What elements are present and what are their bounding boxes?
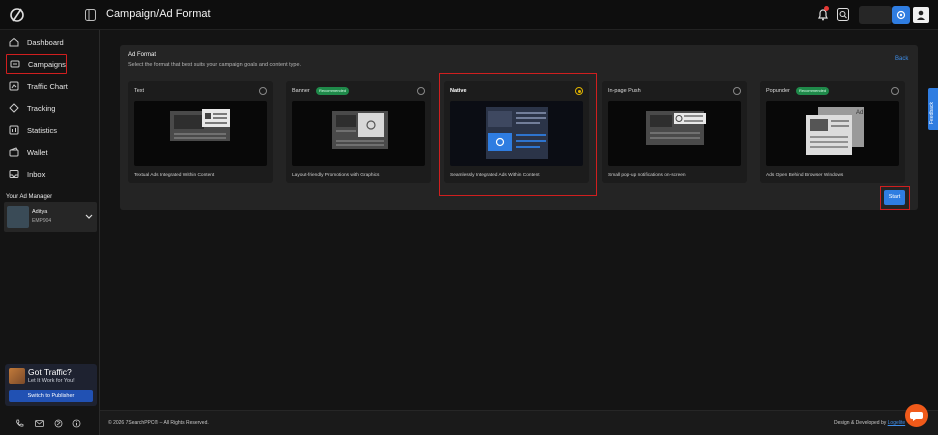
chat-button[interactable] bbox=[905, 404, 928, 427]
ad-manager-title: Your Ad Manager bbox=[6, 194, 53, 200]
ad-manager-card[interactable]: Aditya EMP904 bbox=[4, 202, 97, 232]
recommended-badge: Recommended bbox=[796, 87, 830, 95]
banner-ad-illustration bbox=[332, 111, 388, 149]
feedback-label: Feedback bbox=[929, 102, 935, 124]
notification-dot bbox=[824, 6, 829, 11]
mail-icon[interactable] bbox=[35, 419, 44, 428]
back-link[interactable]: Back bbox=[895, 56, 908, 62]
promo-subtitle: Let It Work for You! bbox=[28, 378, 75, 384]
format-description: Textual Ads Integrated Within Content bbox=[134, 173, 215, 178]
sidebar-item-label: Tracking bbox=[27, 103, 56, 113]
format-preview-text bbox=[134, 101, 267, 166]
format-preview-banner bbox=[292, 101, 425, 166]
panel-subtitle: Select the format that best suits your c… bbox=[128, 62, 302, 68]
popunder-ad-label: Ad bbox=[856, 110, 863, 116]
ad-manager-name: Aditya bbox=[32, 209, 48, 215]
sidebar-item-label: Statistics bbox=[27, 125, 58, 135]
settings-button[interactable] bbox=[892, 6, 910, 24]
skype-icon[interactable] bbox=[54, 419, 63, 428]
format-radio[interactable] bbox=[891, 87, 899, 95]
sidebar-item-label: Wallet bbox=[27, 147, 48, 157]
account-balance-pill[interactable] bbox=[859, 6, 892, 24]
sidebar-item-label: Traffic Chart bbox=[27, 81, 68, 91]
feedback-tab[interactable]: Feedback bbox=[928, 88, 938, 130]
sidebar-item-inbox[interactable]: Inbox bbox=[6, 164, 94, 184]
sidebar-item-tracking[interactable]: Tracking bbox=[6, 98, 94, 118]
in-page-push-illustration bbox=[646, 111, 706, 145]
format-description: Ads Open Behind Browser Windows bbox=[766, 173, 844, 178]
format-preview-in-page-push bbox=[608, 101, 741, 166]
format-radio[interactable] bbox=[417, 87, 425, 95]
format-card-popunder[interactable]: Popunder Recommended Ad Ads Open Behind … bbox=[760, 81, 905, 183]
info-icon[interactable] bbox=[72, 419, 81, 428]
format-description: Layout-friendly Promotions with Graphics bbox=[292, 173, 380, 178]
format-preview-popunder: Ad bbox=[766, 101, 899, 166]
sidebar: Dashboard Campaigns Traffic Chart Tracki… bbox=[0, 30, 100, 435]
tracking-icon bbox=[9, 103, 19, 113]
format-radio[interactable] bbox=[733, 87, 741, 95]
format-description: Small pop-up notifications on-screen bbox=[608, 173, 686, 178]
format-card-in-page-push[interactable]: In-page Push Small pop-up notifications … bbox=[602, 81, 747, 183]
gear-icon bbox=[896, 10, 906, 20]
page-title: Campaign/Ad Format bbox=[106, 8, 211, 20]
start-button-highlight: Start bbox=[880, 186, 910, 210]
designer-link[interactable]: Logelite bbox=[888, 420, 906, 426]
sidebar-item-traffic-chart[interactable]: Traffic Chart bbox=[6, 76, 94, 96]
inbox-icon bbox=[9, 170, 19, 178]
sidebar-toggle-icon[interactable] bbox=[85, 9, 96, 21]
text-ad-illustration bbox=[170, 109, 230, 141]
format-name: In-page Push bbox=[608, 88, 641, 94]
format-card-text[interactable]: Text Textual Ads Integrated Within Conte… bbox=[128, 81, 273, 183]
format-radio[interactable] bbox=[259, 87, 267, 95]
profile-button[interactable] bbox=[913, 7, 929, 23]
sidebar-item-label: Inbox bbox=[27, 169, 46, 179]
start-button[interactable]: Start bbox=[884, 190, 905, 205]
native-card-highlight bbox=[439, 73, 597, 196]
top-bar: Campaign/Ad Format bbox=[0, 0, 938, 30]
sidebar-item-dashboard[interactable]: Dashboard bbox=[6, 32, 94, 52]
search-icon[interactable] bbox=[837, 8, 849, 21]
sidebar-item-label: Dashboard bbox=[27, 37, 64, 47]
designed-by-prefix: Design & Developed by bbox=[834, 420, 887, 426]
format-name: Popunder bbox=[766, 88, 790, 94]
panel-title: Ad Format bbox=[128, 52, 157, 58]
phone-icon[interactable] bbox=[15, 419, 24, 428]
popunder-illustration: Ad bbox=[806, 107, 864, 155]
format-card-banner[interactable]: Banner Recommended Layout-friendly Promo… bbox=[286, 81, 431, 183]
statistics-icon bbox=[9, 125, 19, 135]
footer: © 2026 7SearchPPC® – All Rights Reserved… bbox=[100, 410, 938, 435]
promo-image bbox=[9, 368, 25, 384]
ad-manager-id: EMP904 bbox=[32, 218, 52, 224]
sidebar-item-wallet[interactable]: Wallet bbox=[6, 142, 94, 162]
campaign-icon bbox=[10, 60, 20, 68]
wallet-icon bbox=[9, 147, 19, 157]
chat-bubble-icon bbox=[910, 412, 923, 421]
switch-to-publisher-button[interactable]: Switch to Publisher bbox=[9, 390, 93, 402]
copyright-text: © 2026 7SearchPPC® – All Rights Reserved… bbox=[108, 420, 209, 426]
sidebar-item-statistics[interactable]: Statistics bbox=[6, 120, 94, 140]
chart-icon bbox=[9, 81, 19, 91]
format-name: Banner bbox=[292, 88, 310, 94]
app-root: Campaign/Ad Format Dashboard Campaigns T… bbox=[0, 0, 938, 435]
sidebar-item-label: Campaigns bbox=[28, 59, 66, 69]
recommended-badge: Recommended bbox=[316, 87, 350, 95]
user-icon bbox=[917, 10, 925, 20]
format-name: Text bbox=[134, 88, 145, 94]
publisher-promo-card: Got Traffic? Let It Work for You! Switch… bbox=[5, 364, 97, 406]
designed-by-text: Design & Developed by Logelite bbox=[834, 420, 905, 426]
chevron-down-icon[interactable] bbox=[85, 214, 93, 220]
home-icon bbox=[9, 37, 19, 47]
logo-icon[interactable] bbox=[9, 7, 25, 23]
sidebar-item-campaigns[interactable]: Campaigns bbox=[6, 54, 67, 74]
avatar bbox=[7, 206, 29, 228]
promo-title: Got Traffic? bbox=[28, 367, 72, 377]
